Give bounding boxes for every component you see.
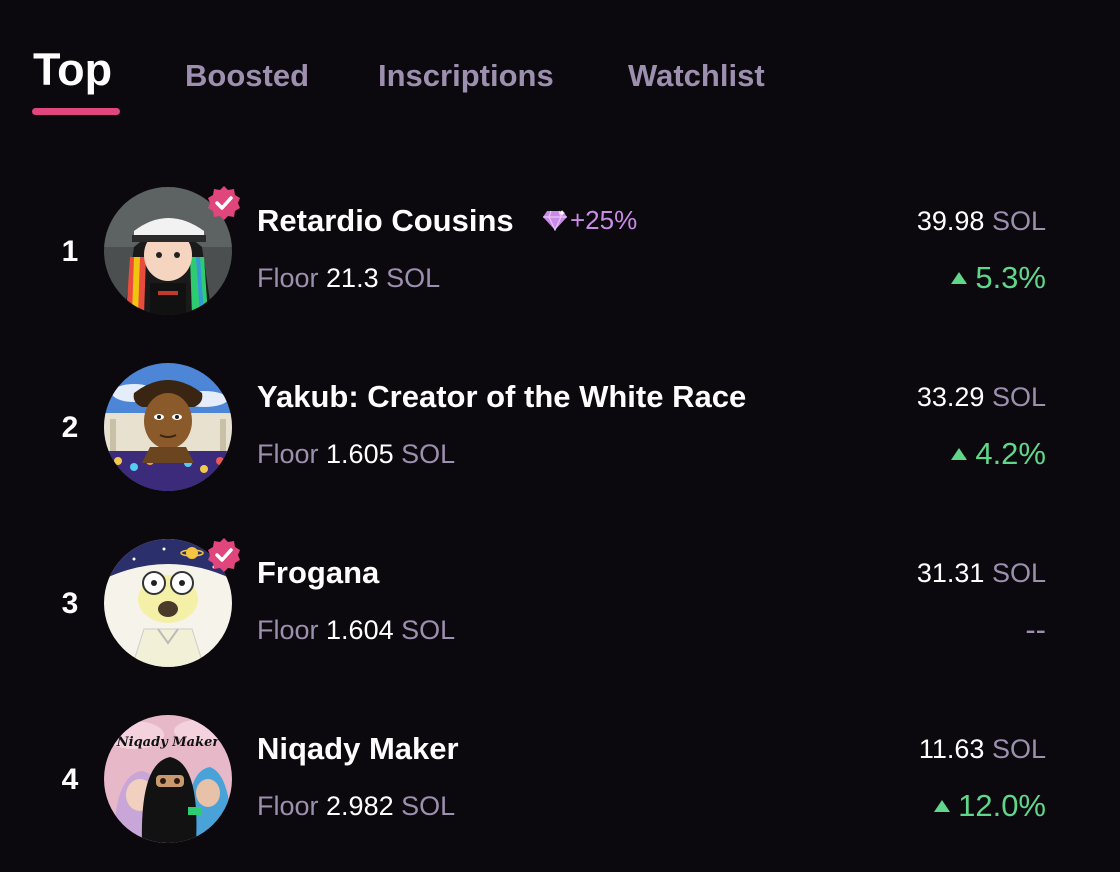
floor-value: 21.3 bbox=[326, 263, 379, 293]
floor-value: 1.605 bbox=[326, 439, 394, 469]
floor-unit: SOL bbox=[386, 263, 441, 293]
price-change: 5.3% bbox=[951, 260, 1046, 296]
price-change: 4.2% bbox=[951, 436, 1046, 472]
floor-price: Floor 1.605 SOL bbox=[257, 439, 455, 470]
volume-unit: SOL bbox=[991, 734, 1046, 764]
change-value: 12.0% bbox=[958, 788, 1046, 823]
volume-value: 31.31 bbox=[916, 558, 985, 588]
volume: 31.31 SOL bbox=[917, 558, 1046, 589]
avatar-title-text: Niqady Maker bbox=[116, 735, 220, 750]
verified-badge-icon bbox=[208, 186, 240, 220]
floor-label: Floor bbox=[257, 439, 319, 469]
floor-label: Floor bbox=[257, 263, 319, 293]
arrow-up-icon bbox=[951, 448, 968, 460]
collection-name[interactable]: Yakub: Creator of the White Race bbox=[257, 379, 746, 415]
price-change: 12.0% bbox=[934, 788, 1046, 824]
arrow-up-icon bbox=[934, 800, 951, 812]
floor-price: Floor 21.3 SOL bbox=[257, 263, 440, 294]
verified-badge-icon bbox=[208, 538, 240, 572]
volume: 33.29 SOL bbox=[917, 382, 1046, 413]
floor-value: 1.604 bbox=[326, 615, 394, 645]
active-tab-indicator bbox=[32, 108, 120, 115]
rank-number: 4 bbox=[61, 763, 79, 796]
floor-price: Floor 1.604 SOL bbox=[257, 615, 455, 646]
rank-number: 3 bbox=[61, 587, 79, 620]
change-value: 4.2% bbox=[975, 436, 1046, 471]
volume-unit: SOL bbox=[991, 206, 1046, 236]
volume: 11.63 SOL bbox=[919, 734, 1046, 765]
floor-unit: SOL bbox=[401, 439, 456, 469]
gem-icon bbox=[543, 210, 567, 231]
volume-value: 11.63 bbox=[918, 734, 985, 764]
tab-top[interactable]: Top bbox=[33, 44, 112, 96]
collection-avatar: Niqady Maker bbox=[104, 715, 232, 843]
floor-unit: SOL bbox=[401, 791, 456, 821]
floor-label: Floor bbox=[257, 615, 319, 645]
collection-row[interactable]: 2 Yakub: Creator of the White Race Floor… bbox=[0, 363, 1120, 513]
boost-badge: +25% bbox=[542, 205, 637, 236]
volume-unit: SOL bbox=[991, 558, 1046, 588]
floor-price: Floor 2.982 SOL bbox=[257, 791, 455, 822]
floor-label: Floor bbox=[257, 791, 319, 821]
volume: 39.98 SOL bbox=[917, 206, 1046, 237]
collection-name[interactable]: Frogana bbox=[257, 555, 379, 591]
volume-unit: SOL bbox=[991, 382, 1046, 412]
tab-boosted[interactable]: Boosted bbox=[185, 58, 309, 94]
price-change: -- bbox=[1025, 612, 1046, 648]
change-value: -- bbox=[1025, 612, 1046, 647]
floor-value: 2.982 bbox=[326, 791, 394, 821]
boost-percent: +25% bbox=[570, 205, 638, 235]
rank-number: 1 bbox=[61, 235, 79, 268]
tab-bar: Top Boosted Inscriptions Watchlist bbox=[0, 0, 1120, 130]
volume-value: 33.29 bbox=[916, 382, 985, 412]
floor-unit: SOL bbox=[401, 615, 456, 645]
tab-inscriptions[interactable]: Inscriptions bbox=[378, 58, 554, 94]
collection-name[interactable]: Retardio Cousins bbox=[257, 203, 514, 239]
collection-name[interactable]: Niqady Maker bbox=[257, 731, 459, 767]
collection-avatar bbox=[104, 363, 232, 491]
tab-watchlist[interactable]: Watchlist bbox=[628, 58, 765, 94]
collection-row[interactable]: 3 Frogana Floor 1.604 SOL 31.31 SOL -- bbox=[0, 538, 1120, 689]
collection-row[interactable]: 4 Niqady Maker Niqady Maker Floor 2.982 … bbox=[0, 715, 1120, 865]
arrow-up-icon bbox=[951, 272, 968, 284]
change-value: 5.3% bbox=[975, 260, 1046, 295]
volume-value: 39.98 bbox=[916, 206, 985, 236]
collection-row[interactable]: 1 Retardio Cousins +25% Floor 21.3 SOL 3… bbox=[0, 186, 1120, 337]
rank-number: 2 bbox=[61, 411, 79, 444]
